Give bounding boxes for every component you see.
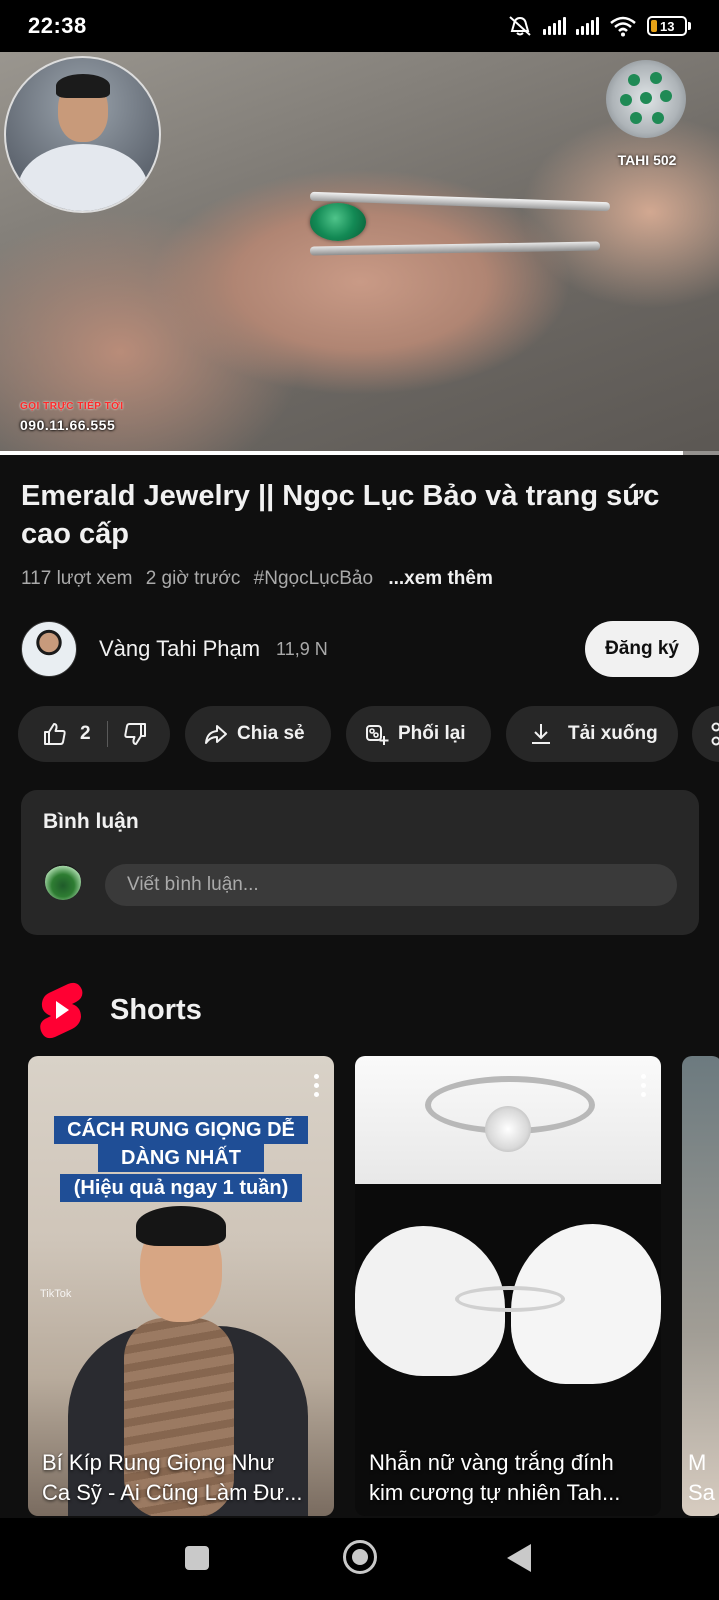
comments-panel[interactable]: Bình luận Viết bình luận... xyxy=(21,790,699,935)
share-icon xyxy=(205,725,227,744)
shorts-title: Shorts xyxy=(110,993,202,1026)
signal-icon xyxy=(543,17,566,35)
share-label: Chia sẻ xyxy=(237,723,305,744)
hotline-label: GỌI TRỰC TIẾP TỚI xyxy=(20,401,124,412)
short-title-line: Bí Kíp Rung Giọng Như xyxy=(42,1450,275,1475)
video-meta[interactable]: 117 lượt xem 2 giờ trước #NgọcLụcBảo ...… xyxy=(21,568,501,590)
short-title: Nhẫn nữ vàng trắng đính kim cương tự nhi… xyxy=(369,1448,649,1508)
user-avatar xyxy=(45,864,81,900)
view-count: 117 lượt xem xyxy=(21,568,133,589)
video-progress-fill xyxy=(0,451,684,455)
hotline-number: 090.11.66.555 xyxy=(20,417,116,433)
video-title[interactable]: Emerald Jewelry || Ngọc Lục Bảo và trang… xyxy=(21,477,701,553)
download-icon xyxy=(532,724,550,744)
action-bar: 2 Chia sẻ Phối lại Tải xuống xyxy=(18,706,719,762)
mute-icon xyxy=(509,16,531,36)
system-nav-bar xyxy=(0,1518,719,1600)
download-label: Tải xuống xyxy=(568,723,658,744)
chip-divider xyxy=(106,721,108,747)
share-button[interactable]: Chia sẻ xyxy=(185,706,331,762)
thumbs-down-icon[interactable] xyxy=(122,721,148,747)
remix-label: Phối lại xyxy=(398,723,466,744)
more-options-icon[interactable] xyxy=(314,1074,320,1098)
short-card[interactable]: Nhẫn nữ vàng trắng đính kim cương tự nhi… xyxy=(355,1056,661,1516)
shorts-logo-icon xyxy=(40,982,83,1039)
short-overlay-text: DÀNG NHẤT xyxy=(98,1144,264,1172)
channel-avatar[interactable] xyxy=(21,621,77,677)
ring-logo-icon xyxy=(606,60,686,138)
channel-name[interactable]: Vàng Tahi Phạm xyxy=(99,636,260,662)
short-title: Bí Kíp Rung Giọng Như Ca Sỹ - Ai Cũng Là… xyxy=(42,1448,322,1508)
home-icon[interactable] xyxy=(343,1540,377,1574)
short-overlay-text: CÁCH RUNG GIỌNG DỄ xyxy=(54,1116,308,1144)
subscribe-button[interactable]: Đăng ký xyxy=(585,621,699,677)
video-progress-bar[interactable] xyxy=(0,451,719,455)
channel-logo-text: TAHI 502 xyxy=(617,152,677,168)
status-icons: 13 xyxy=(507,15,691,37)
status-time: 22:38 xyxy=(28,13,87,38)
more-options-icon[interactable] xyxy=(641,1074,647,1098)
tiktok-watermark: TikTok xyxy=(40,1288,72,1300)
thumbs-up-icon[interactable] xyxy=(42,721,68,747)
short-title-line: Nhẫn nữ vàng trắng đính xyxy=(369,1450,614,1475)
channel-row: Vàng Tahi Phạm 11,9 N Đăng ký xyxy=(21,620,699,678)
show-more-link[interactable]: ...xem thêm xyxy=(388,568,493,589)
comment-input[interactable]: Viết bình luận... xyxy=(105,864,677,906)
hashtag-link[interactable]: #NgọcLụcBảo xyxy=(254,568,373,589)
wifi-icon xyxy=(610,16,636,37)
remix-button[interactable]: Phối lại xyxy=(346,706,491,762)
download-button[interactable]: Tải xuống xyxy=(506,706,678,762)
comments-title: Bình luận xyxy=(43,810,139,833)
short-title-line: Sa xyxy=(688,1480,715,1505)
clip-button[interactable] xyxy=(692,706,719,762)
status-bar: 22:38 13 xyxy=(0,0,719,52)
short-card[interactable]: CÁCH RUNG GIỌNG DỄ DÀNG NHẤT (Hiệu quả n… xyxy=(28,1056,334,1516)
scissors-icon xyxy=(711,722,719,746)
presenter-avatar xyxy=(4,56,161,213)
battery-level: 13 xyxy=(660,18,675,34)
short-overlay-text: (Hiệu quả ngay 1 tuần) xyxy=(60,1174,302,1202)
upload-time: 2 giờ trước xyxy=(145,568,241,589)
recent-apps-icon[interactable] xyxy=(185,1546,209,1570)
signal-icon xyxy=(576,17,599,35)
short-title-line: Ca Sỹ - Ai Cũng Làm Đư... xyxy=(42,1480,303,1505)
short-title: M Sa xyxy=(688,1448,715,1508)
shorts-header: Shorts xyxy=(38,980,202,1040)
battery-icon: 13 xyxy=(647,16,691,36)
short-title-line: M xyxy=(688,1450,707,1475)
short-card[interactable]: M Sa xyxy=(682,1056,719,1516)
like-count: 2 xyxy=(80,723,91,744)
emerald-gem xyxy=(310,203,366,241)
subscriber-count: 11,9 N xyxy=(276,638,328,659)
video-player[interactable]: TAHI 502 GỌI TRỰC TIẾP TỚI 090.11.66.555 xyxy=(0,52,719,455)
remix-icon xyxy=(366,725,389,745)
like-dislike-chip: 2 xyxy=(18,706,170,762)
back-icon[interactable] xyxy=(507,1544,531,1572)
short-title-line: kim cương tự nhiên Tah... xyxy=(369,1480,621,1505)
